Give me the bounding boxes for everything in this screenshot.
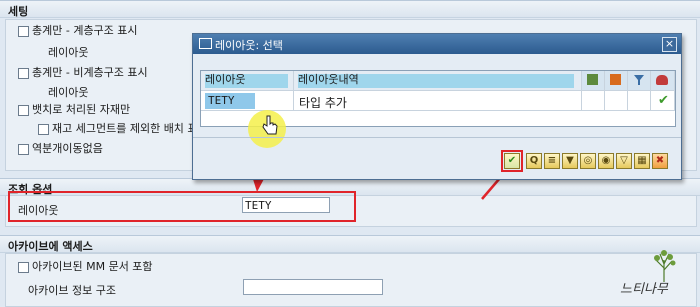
table-icon[interactable]: ▦ — [634, 153, 650, 169]
dialog-icon — [199, 38, 212, 49]
checkbox-label: 재고 세그먼트를 제외한 배치 표 — [52, 122, 198, 135]
layout-select-dialog: 레이아웃: 선택 × 레이아웃 레이아웃내역 TETY 타입 추가 ✔ ✔ Q … — [192, 33, 682, 180]
tools-icon — [610, 74, 621, 85]
checkbox[interactable] — [18, 262, 29, 273]
archive-info-input[interactable] — [243, 279, 383, 295]
print-icon[interactable]: ≡ — [544, 153, 560, 169]
settings-section-title: 세팅 — [0, 0, 700, 18]
checkbox-label: 총계만 - 계층구조 표시 — [32, 24, 138, 37]
table-row-description[interactable]: 타입 추가 — [294, 91, 582, 111]
column-header-layout[interactable]: 레이아웃 — [205, 73, 245, 86]
column-header-icon-2[interactable] — [605, 71, 628, 91]
cell-description[interactable]: 타입 추가 — [299, 94, 347, 111]
cancel-icon[interactable]: ✖ — [652, 153, 668, 169]
checkbox-label: 뱃치로 처리된 자재만 — [32, 103, 131, 116]
check-icon: ✔ — [658, 93, 669, 108]
archive-info-label: 아카이브 정보 구조 — [28, 284, 116, 297]
column-header-description[interactable]: 레이아웃내역 — [298, 73, 359, 86]
layout-icon — [656, 75, 668, 85]
default-checkmark-cell: ✔ — [651, 91, 675, 111]
layout-label: 레이아웃 — [48, 86, 89, 99]
dialog-title: 레이아웃: 선택 — [215, 39, 283, 52]
watermark: 느티나무 — [612, 248, 692, 303]
print-icon — [587, 74, 598, 85]
checkbox[interactable] — [18, 26, 29, 37]
close-icon[interactable]: × — [662, 37, 677, 52]
archive-section-title: 아카이브에 액세스 — [0, 235, 700, 253]
table-row[interactable]: TETY — [201, 91, 294, 111]
checkbox-label: 총계만 - 비계층구조 표시 — [32, 66, 148, 79]
archive-panel: 아카이브된 MM 문서 포함 아카이브 정보 구조 — [5, 253, 697, 307]
filter-icon[interactable]: ▼ — [562, 153, 578, 169]
hand-cursor-icon — [262, 115, 278, 135]
layout-label: 레이아웃 — [48, 46, 89, 59]
highlight-box-confirm — [501, 150, 523, 172]
checkbox-label: 아카이브된 MM 문서 포함 — [32, 260, 153, 273]
find-next-icon[interactable]: ◉ — [598, 153, 614, 169]
column-header-icon-3[interactable] — [628, 71, 651, 91]
find-icon[interactable]: ◎ — [580, 153, 596, 169]
checkbox-label: 역분개이동없음 — [32, 142, 103, 155]
column-header-icon-1[interactable] — [582, 71, 605, 91]
highlight-box-layout-field — [8, 191, 356, 222]
search-icon[interactable]: Q — [526, 153, 542, 169]
checkbox[interactable] — [38, 124, 49, 135]
checkbox[interactable] — [18, 105, 29, 116]
dialog-title-bar: 레이아웃: 선택 × — [193, 34, 681, 54]
filter-settings-icon[interactable]: ▽ — [616, 153, 632, 169]
cell-layout[interactable]: TETY — [208, 94, 235, 107]
checkbox[interactable] — [18, 144, 29, 155]
watermark-text: 느티나무 — [620, 282, 668, 297]
checkbox[interactable] — [18, 68, 29, 79]
column-header-icon-4[interactable] — [651, 71, 675, 91]
filter-icon — [634, 75, 644, 85]
